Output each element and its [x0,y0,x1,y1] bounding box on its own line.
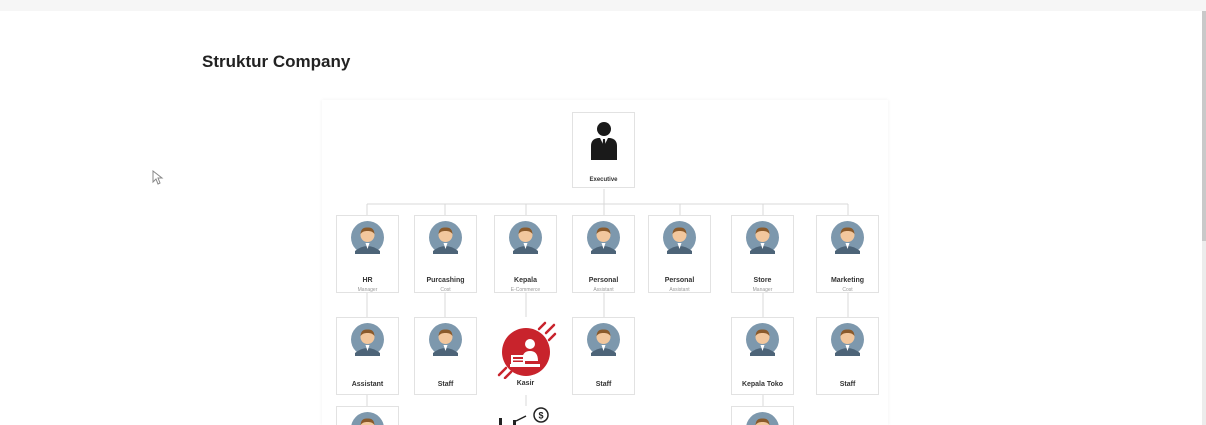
node-role: Manager [752,287,773,293]
org-node-personal-1[interactable]: Personal Assistant [572,215,635,293]
org-chart: Executive HR Manager Purcashing Cost Kep… [322,100,888,425]
employee-avatar-icon [429,323,462,356]
employee-avatar-icon [509,221,542,254]
node-name: Staff [595,381,612,388]
mouse-cursor-icon [152,170,164,185]
node-name: Staff [437,381,454,388]
org-node-staff-purcashing[interactable]: Staff [414,317,477,395]
employee-avatar-icon [746,221,779,254]
org-node-executive[interactable]: Executive [572,112,635,188]
org-node-kepala[interactable]: Kepala E-Commerce [494,215,557,293]
org-node-store[interactable]: Store Manager [731,215,794,293]
org-node-personal-2[interactable]: Personal Assistant [648,215,711,293]
org-node-staff-personal[interactable]: Staff [572,317,635,395]
node-role: E-Commerce [510,287,541,293]
employee-avatar-icon [746,323,779,356]
org-node-hr[interactable]: HR Manager [336,215,399,293]
money-chart-icon[interactable]: $ [494,406,554,425]
employee-avatar-icon [831,323,864,356]
vertical-scrollbar[interactable] [1202,11,1206,425]
scrollbar-thumb[interactable] [1202,11,1206,241]
org-node-level3-assistant[interactable] [336,406,399,425]
cashier-icon [497,321,557,379]
org-node-purcashing[interactable]: Purcashing Cost [414,215,477,293]
employee-avatar-icon [746,412,779,425]
org-node-level3-store[interactable] [731,406,794,425]
employee-avatar-icon [351,412,384,425]
page-background: Struktur Company Executive HR Manager Pu… [0,0,1206,425]
employee-avatar-icon [663,221,696,254]
node-role: Cost [842,287,853,293]
node-name: Kepala [514,277,537,284]
node-role: Cost [440,287,451,293]
node-name: Personal [664,277,695,284]
node-role: Manager [357,287,378,293]
node-name: Purcashing [426,277,465,284]
node-name: Personal [588,277,619,284]
org-node-assistant[interactable]: Assistant [336,317,399,395]
org-node-marketing[interactable]: Marketing Cost [816,215,879,293]
employee-avatar-icon [351,323,384,356]
node-name: Staff [839,381,856,388]
org-node-kasir[interactable]: Kasir [494,317,557,395]
node-name: Store [753,277,772,284]
org-node-staff-marketing[interactable]: Staff [816,317,879,395]
employee-avatar-icon [351,221,384,254]
node-role: Assistant [669,287,690,293]
businessman-icon [591,122,617,160]
node-name: Marketing [830,277,865,284]
org-node-kepala-toko[interactable]: Kepala Toko [731,317,794,395]
node-name: HR [362,277,373,284]
node-name: Kasir [516,380,535,387]
employee-avatar-icon [587,323,620,356]
node-name: Executive [589,177,618,183]
page-title: Struktur Company [202,52,351,71]
node-name: Assistant [351,381,384,388]
svg-text:$: $ [538,411,543,421]
employee-avatar-icon [831,221,864,254]
node-name: Kepala Toko [741,381,784,388]
node-role: Assistant [593,287,614,293]
employee-avatar-icon [429,221,462,254]
employee-avatar-icon [587,221,620,254]
